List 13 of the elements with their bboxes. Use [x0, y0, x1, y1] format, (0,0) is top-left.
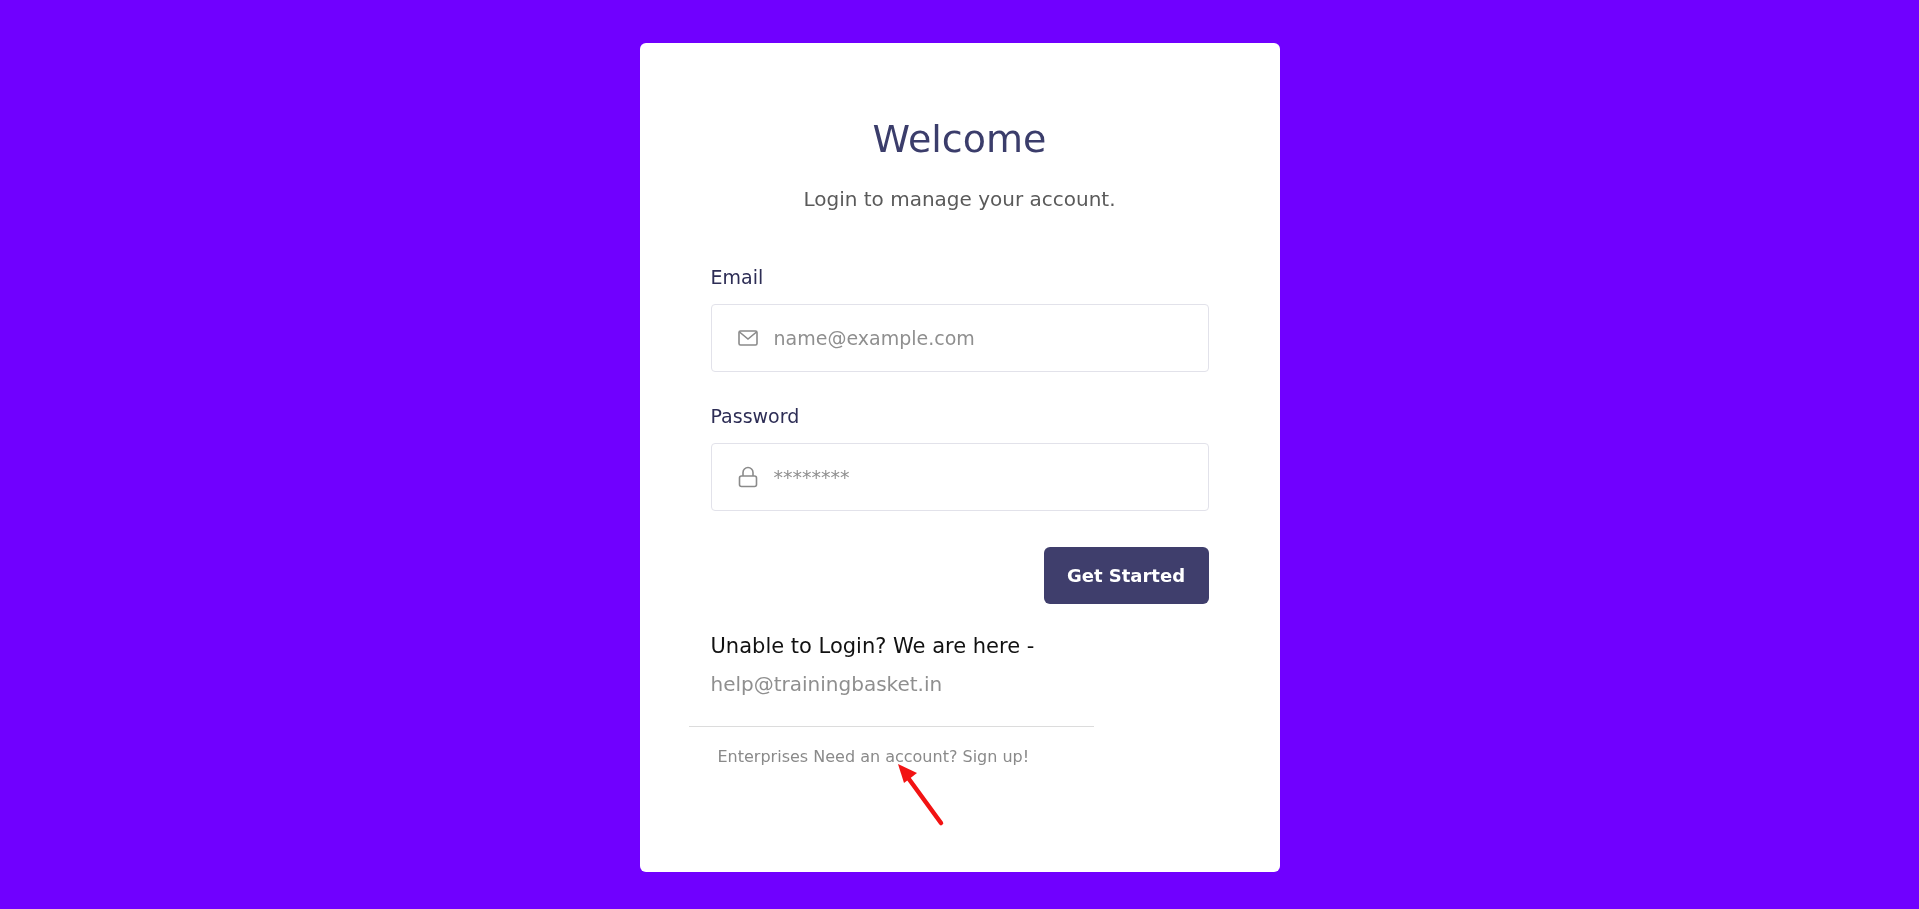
- welcome-heading: Welcome: [871, 117, 1048, 161]
- field-label: Email: [710, 265, 765, 290]
- field-label: Password: [710, 404, 801, 429]
- lock-icon: [737, 466, 758, 488]
- subtitle: Login to manage your account.: [802, 187, 1117, 211]
- help-text: Unable to Login? We are here -: [710, 634, 1036, 658]
- email-field[interactable]: name@example.com: [710, 304, 1209, 372]
- help-email-link[interactable]: help@trainingbasket.in: [710, 672, 943, 696]
- password-field[interactable]: ********: [710, 443, 1209, 511]
- signup-link[interactable]: Enterprises Need an account? Sign up!: [717, 747, 1030, 766]
- annotation-arrow: [895, 763, 946, 827]
- mail-icon: [737, 330, 758, 346]
- get-started-button[interactable]: Get Started: [1043, 547, 1209, 604]
